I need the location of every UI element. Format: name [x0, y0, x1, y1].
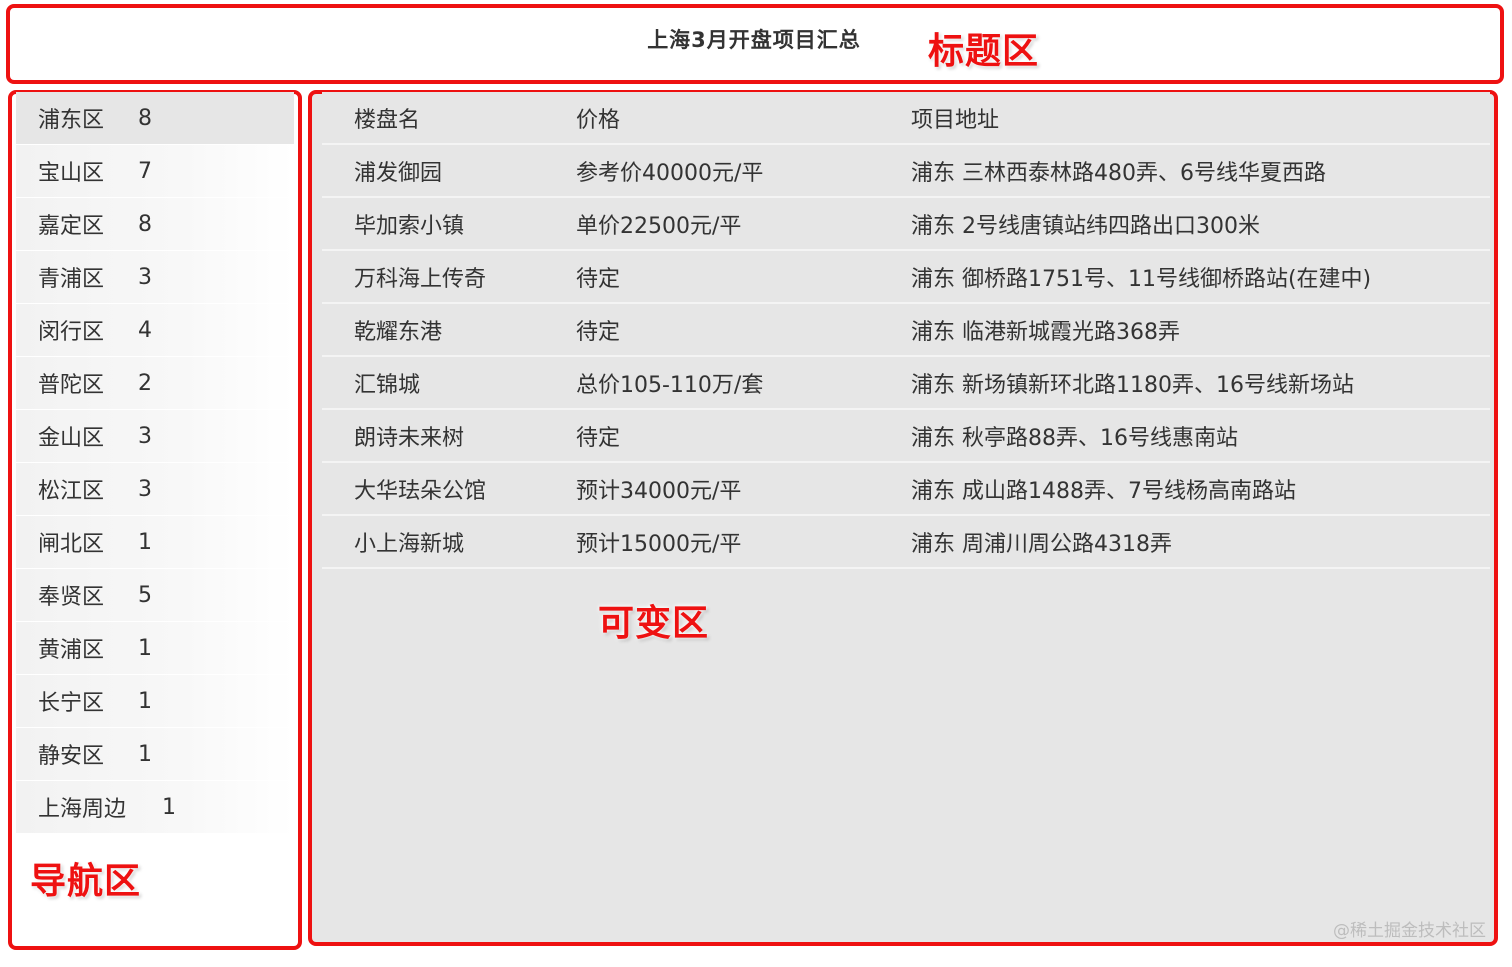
project-price: 参考价40000元/平	[576, 144, 911, 198]
project-address: 浦东 三林西泰林路480弄、6号线华夏西路	[911, 144, 1490, 198]
nav-item-count: 3	[138, 423, 152, 449]
nav-item-putuo[interactable]: 普陀区 2	[16, 357, 294, 409]
project-price: 预计34000元/平	[576, 462, 911, 516]
project-price: 待定	[576, 409, 911, 463]
table-row[interactable]: 浦发御园 参考价40000元/平 浦东 三林西泰林路480弄、6号线华夏西路	[322, 144, 1490, 198]
nav-item-count: 1	[138, 741, 152, 767]
nav-item-name: 长宁区	[38, 691, 105, 716]
nav-item-changning[interactable]: 长宁区 1	[16, 675, 294, 727]
project-price: 待定	[576, 303, 911, 357]
nav-item-qingpu[interactable]: 青浦区 3	[16, 251, 294, 303]
project-price: 预计15000元/平	[576, 515, 911, 569]
nav-item-name: 闵行区	[38, 320, 105, 345]
project-address: 浦东 新场镇新环北路1180弄、16号线新场站	[911, 356, 1490, 410]
project-name: 大华珐朵公馆	[322, 462, 576, 516]
nav-item-count: 3	[138, 476, 152, 502]
table-row[interactable]: 朗诗未来树 待定 浦东 秋亭路88弄、16号线惠南站	[322, 409, 1490, 463]
nav-item-jiading[interactable]: 嘉定区 8	[16, 198, 294, 250]
project-name: 万科海上传奇	[322, 250, 576, 304]
table-row[interactable]: 乾耀东港 待定 浦东 临港新城霞光路368弄	[322, 303, 1490, 357]
nav-item-fengxian[interactable]: 奉贤区 5	[16, 569, 294, 621]
project-name: 小上海新城	[322, 515, 576, 569]
main-content: 楼盘名 价格 项目地址 浦发御园 参考价40000元/平 浦东 三林西泰林路48…	[322, 92, 1490, 569]
nav-item-count: 5	[138, 582, 152, 608]
project-address: 浦东 周浦川周公路4318弄	[911, 515, 1490, 569]
project-name: 乾耀东港	[322, 303, 576, 357]
nav-item-songjiang[interactable]: 松江区 3	[16, 463, 294, 515]
nav-area-annotation: 导航区	[30, 861, 142, 902]
nav-item-count: 1	[138, 688, 152, 714]
table-row[interactable]: 万科海上传奇 待定 浦东 御桥路1751号、11号线御桥路站(在建中)	[322, 250, 1490, 304]
title-area-annotation: 标题区	[928, 31, 1040, 72]
table-row[interactable]: 汇锦城 总价105-110万/套 浦东 新场镇新环北路1180弄、16号线新场站	[322, 356, 1490, 410]
project-price: 待定	[576, 250, 911, 304]
nav-item-jinshan[interactable]: 金山区 3	[16, 410, 294, 462]
nav-item-minhang[interactable]: 闵行区 4	[16, 304, 294, 356]
watermark: @稀土掘金技术社区	[1333, 921, 1486, 941]
nav-item-count: 4	[138, 317, 152, 343]
table-row[interactable]: 小上海新城 预计15000元/平 浦东 周浦川周公路4318弄	[322, 515, 1490, 569]
table-row[interactable]: 大华珐朵公馆 预计34000元/平 浦东 成山路1488弄、7号线杨高南路站	[322, 462, 1490, 516]
column-header: 项目地址	[911, 92, 1490, 145]
nav-item-name: 普陀区	[38, 373, 105, 398]
project-address: 浦东 2号线唐镇站纬四路出口300米	[911, 197, 1490, 251]
page-title: 上海3月开盘项目汇总	[647, 28, 861, 52]
nav-item-huangpu[interactable]: 黄浦区 1	[16, 622, 294, 674]
column-header: 价格	[576, 92, 911, 145]
nav-item-zhabei[interactable]: 闸北区 1	[16, 516, 294, 568]
project-price: 总价105-110万/套	[576, 356, 911, 410]
nav-item-name: 闸北区	[38, 532, 105, 557]
project-table: 楼盘名 价格 项目地址 浦发御园 参考价40000元/平 浦东 三林西泰林路48…	[322, 92, 1490, 569]
nav-item-name: 黄浦区	[38, 638, 105, 663]
nav-item-count: 3	[138, 264, 152, 290]
nav-item-baoshan[interactable]: 宝山区 7	[16, 145, 294, 197]
table-header-row: 楼盘名 价格 项目地址	[322, 92, 1490, 145]
project-price: 单价22500元/平	[576, 197, 911, 251]
nav-item-count: 2	[138, 370, 152, 396]
project-name: 浦发御园	[322, 144, 576, 198]
district-nav: 浦东区 8 宝山区 7 嘉定区 8 青浦区 3 闵行区 4 普陀区 2 金山区 …	[16, 92, 294, 834]
project-address: 浦东 临港新城霞光路368弄	[911, 303, 1490, 357]
column-header: 楼盘名	[322, 92, 576, 145]
project-name: 朗诗未来树	[322, 409, 576, 463]
project-address: 浦东 秋亭路88弄、16号线惠南站	[911, 409, 1490, 463]
nav-item-pudong[interactable]: 浦东区 8	[16, 92, 294, 144]
table-row[interactable]: 毕加索小镇 单价22500元/平 浦东 2号线唐镇站纬四路出口300米	[322, 197, 1490, 251]
nav-item-name: 上海周边	[38, 797, 127, 822]
nav-item-name: 青浦区	[38, 267, 105, 292]
nav-item-shanghai-surrounding[interactable]: 上海周边 1	[16, 781, 294, 833]
nav-item-name: 奉贤区	[38, 585, 105, 610]
nav-item-name: 嘉定区	[38, 214, 105, 239]
nav-item-jingan[interactable]: 静安区 1	[16, 728, 294, 780]
nav-item-name: 松江区	[38, 479, 105, 504]
nav-item-count: 1	[162, 794, 176, 820]
nav-item-count: 8	[138, 105, 152, 131]
nav-item-count: 7	[138, 158, 152, 184]
nav-item-name: 浦东区	[38, 108, 105, 133]
project-name: 毕加索小镇	[322, 197, 576, 251]
nav-item-count: 8	[138, 211, 152, 237]
nav-item-name: 金山区	[38, 426, 105, 451]
project-address: 浦东 成山路1488弄、7号线杨高南路站	[911, 462, 1490, 516]
project-name: 汇锦城	[322, 356, 576, 410]
project-address: 浦东 御桥路1751号、11号线御桥路站(在建中)	[911, 250, 1490, 304]
nav-item-count: 1	[138, 635, 152, 661]
main-area-annotation: 可变区	[598, 603, 710, 644]
nav-item-count: 1	[138, 529, 152, 555]
nav-item-name: 静安区	[38, 744, 105, 769]
nav-item-name: 宝山区	[38, 161, 105, 186]
